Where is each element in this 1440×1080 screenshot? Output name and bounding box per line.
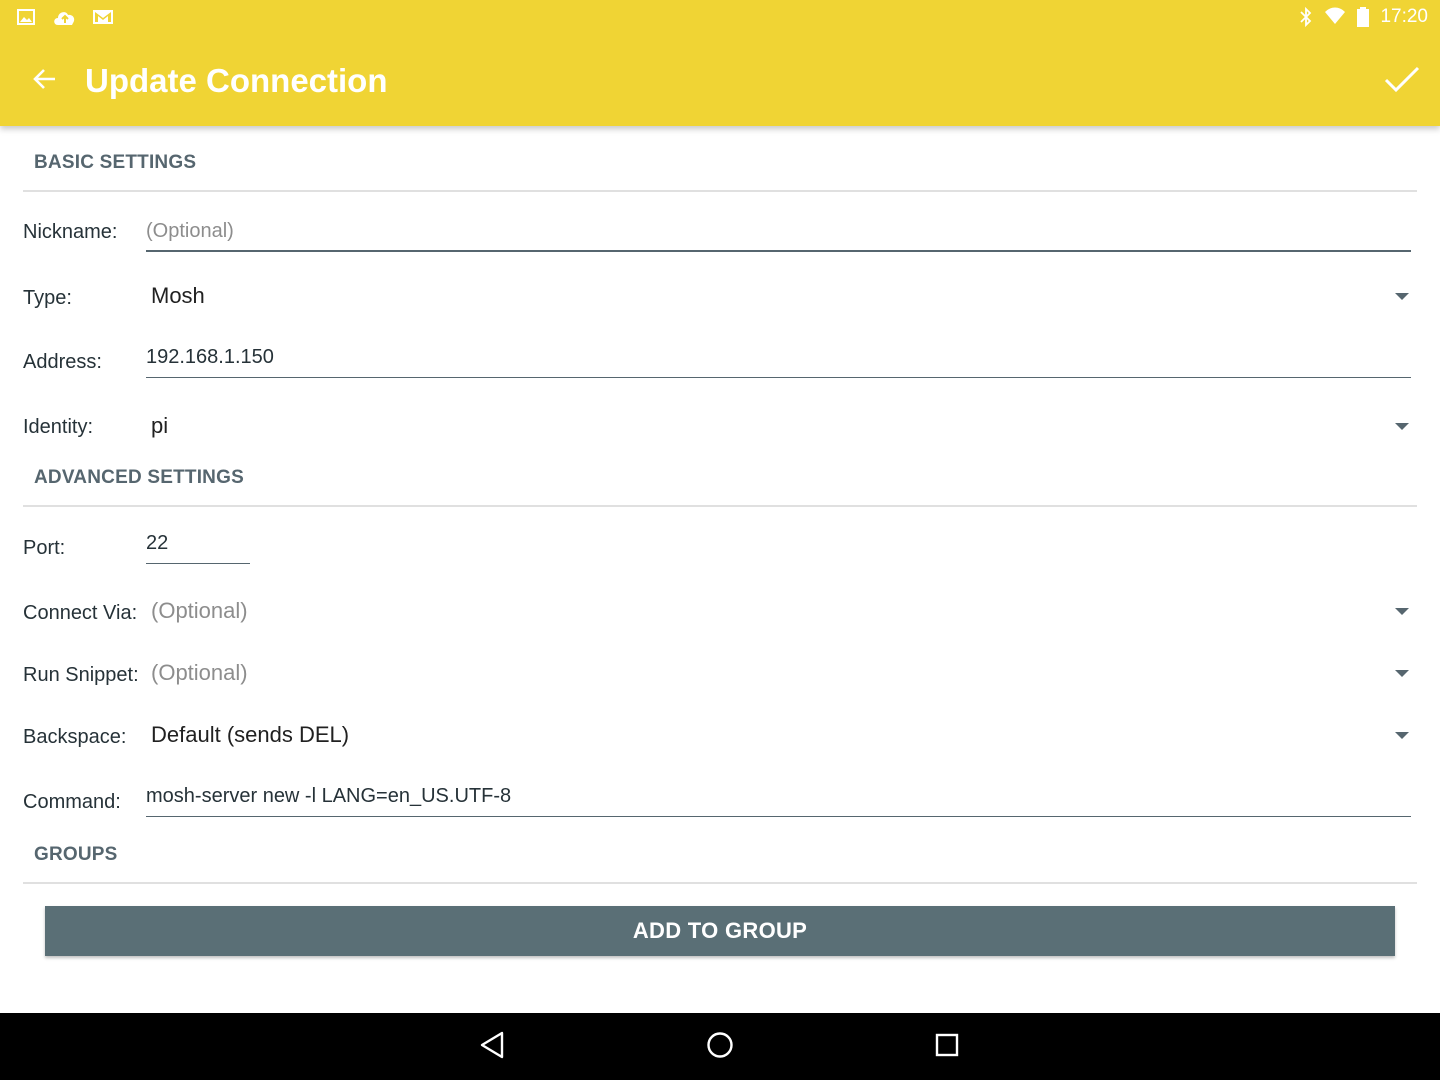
nav-recents-button[interactable] (929, 1029, 965, 1065)
back-triangle-icon (478, 1030, 506, 1065)
connect-via-label: Connect Via: (23, 602, 138, 624)
add-to-group-button[interactable]: ADD TO GROUP (45, 906, 1395, 956)
connect-via-row: Connect Via: (Optional) (23, 586, 1417, 642)
backspace-label: Backspace: (23, 726, 127, 748)
backspace-value: Default (sends DEL) (151, 722, 350, 747)
run-snippet-dropdown[interactable]: (Optional) (151, 652, 1417, 696)
bluetooth-icon (1298, 6, 1314, 28)
port-input[interactable] (146, 524, 250, 564)
nickname-input[interactable] (146, 212, 1411, 252)
identity-value: pi (151, 413, 169, 438)
port-label: Port: (23, 537, 66, 559)
home-circle-icon (705, 1030, 735, 1065)
identity-row: Identity: pi (23, 401, 1417, 457)
groups-header: GROUPS (23, 844, 1417, 884)
command-label: Command: (23, 791, 121, 813)
address-label: Address: (23, 351, 102, 373)
status-bar: 17:20 (0, 0, 1440, 36)
arrow-back-icon (32, 66, 58, 97)
identity-dropdown[interactable]: pi (151, 405, 1417, 449)
status-time: 17:20 (1380, 6, 1428, 27)
recents-square-icon (933, 1031, 961, 1064)
gmail-icon (92, 7, 114, 29)
back-button[interactable] (22, 58, 68, 104)
nickname-label: Nickname: (23, 221, 118, 243)
run-snippet-row: Run Snippet: (Optional) (23, 648, 1417, 704)
address-input[interactable] (146, 338, 1411, 378)
run-snippet-value: (Optional) (151, 660, 248, 685)
page-title: Update Connection (85, 62, 388, 99)
chevron-down-icon (1395, 732, 1409, 739)
chevron-down-icon (1395, 670, 1409, 677)
battery-icon (1356, 6, 1370, 28)
command-row: Command: (23, 775, 1417, 831)
run-snippet-label: Run Snippet: (23, 664, 139, 686)
basic-settings-header: BASIC SETTINGS (23, 152, 1417, 192)
type-label: Type: (23, 287, 72, 309)
connect-via-value: (Optional) (151, 598, 248, 623)
backspace-dropdown[interactable]: Default (sends DEL) (151, 714, 1417, 758)
check-icon (1384, 66, 1420, 99)
chevron-down-icon (1395, 293, 1409, 300)
type-dropdown[interactable]: Mosh (151, 275, 1417, 319)
type-value: Mosh (151, 283, 205, 308)
advanced-settings-title: ADVANCED SETTINGS (34, 467, 244, 488)
save-button[interactable] (1378, 58, 1426, 106)
nickname-row: Nickname: (23, 206, 1417, 262)
advanced-settings-header: ADVANCED SETTINGS (23, 467, 1417, 507)
identity-label: Identity: (23, 416, 94, 438)
basic-settings-title: BASIC SETTINGS (34, 152, 197, 173)
connect-via-dropdown[interactable]: (Optional) (151, 590, 1417, 634)
chevron-down-icon (1395, 608, 1409, 615)
image-icon (16, 7, 38, 29)
groups-title: GROUPS (34, 844, 118, 865)
nav-back-button[interactable] (474, 1029, 510, 1065)
toolbar: Update Connection (0, 36, 1440, 126)
app-bar: 17:20 Update Connection (0, 0, 1440, 126)
address-row: Address: (23, 336, 1417, 392)
navigation-bar (0, 1013, 1440, 1080)
wifi-icon (1324, 6, 1346, 28)
nav-home-button[interactable] (702, 1029, 738, 1065)
type-row: Type: Mosh (23, 271, 1417, 327)
port-row: Port: (23, 522, 1417, 578)
chevron-down-icon (1395, 423, 1409, 430)
command-input[interactable] (146, 777, 1411, 817)
backspace-row: Backspace: Default (sends DEL) (23, 710, 1417, 766)
cloud-upload-icon (52, 7, 78, 29)
